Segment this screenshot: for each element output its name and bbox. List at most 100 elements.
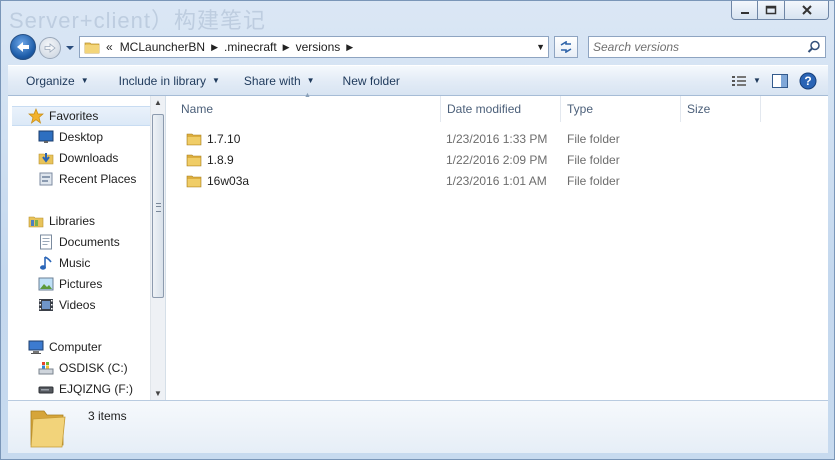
organize-label: Organize <box>26 73 75 88</box>
preview-pane-button[interactable] <box>766 69 794 92</box>
nav-item-videos[interactable]: Videos <box>38 295 165 315</box>
videos-icon <box>38 297 54 313</box>
nav-item-label: Documents <box>59 235 120 249</box>
organize-button[interactable]: Organize ▼ <box>8 69 99 92</box>
explorer-window: Server+client）构建笔记 « MCLauncherBN ▶ .min… <box>0 0 835 460</box>
breadcrumb-item-versions[interactable]: versions <box>296 40 341 54</box>
include-in-library-button[interactable]: Include in library ▼ <box>99 69 230 92</box>
breadcrumb-separator-icon[interactable]: ▶ <box>346 42 353 53</box>
close-button[interactable] <box>785 1 829 20</box>
computer-icon <box>28 339 44 355</box>
nav-item-downloads[interactable]: Downloads <box>38 148 165 168</box>
chevron-down-icon <box>66 46 74 50</box>
folder-icon <box>84 42 100 54</box>
nav-item-label: OSDISK (C:) <box>59 361 128 375</box>
column-headers: ▲ Name Date modified Type Size <box>166 92 828 122</box>
search-input[interactable] <box>593 39 793 55</box>
downloads-icon <box>38 150 54 166</box>
folder-icon <box>186 133 202 145</box>
file-list: ▲ Name Date modified Type Size 1.7.10 1/… <box>166 92 828 400</box>
nav-computer-label: Computer <box>49 340 102 354</box>
nav-item-label: Desktop <box>59 130 104 144</box>
navigation-pane: Favorites Desktop Downloads Recent Place… <box>8 96 166 400</box>
scroll-up-icon[interactable]: ▲ <box>154 98 162 107</box>
drive-windows-icon <box>38 360 54 376</box>
scroll-down-icon[interactable]: ▼ <box>154 389 162 398</box>
file-name-cell: 1.8.9 <box>186 153 234 167</box>
file-name: 16w03a <box>207 173 250 188</box>
nav-item-osdisk[interactable]: OSDISK (C:) <box>38 358 165 378</box>
nav-item-removable-drive[interactable]: EJQIZNG (F:) <box>38 379 165 399</box>
file-name-cell: 1.7.10 <box>186 132 240 146</box>
share-with-button[interactable]: Share with ▼ <box>230 69 325 92</box>
column-name[interactable]: ▲ Name <box>166 92 441 122</box>
chevron-down-icon: ▼ <box>80 76 89 85</box>
nav-item-label: Downloads <box>59 151 119 165</box>
nav-item-music[interactable]: Music <box>38 253 165 273</box>
help-button[interactable]: ? <box>794 69 822 92</box>
file-name-cell: 16w03a <box>186 174 249 188</box>
column-type-label: Type <box>567 102 594 116</box>
nav-item-recent-places[interactable]: Recent Places <box>38 169 165 189</box>
minimize-icon <box>740 12 749 14</box>
table-row[interactable]: 16w03a 1/23/2016 1:01 AM File folder <box>166 170 766 191</box>
nav-item-pictures[interactable]: Pictures <box>38 274 165 294</box>
table-row[interactable]: 1.8.9 1/22/2016 2:09 PM File folder <box>166 149 766 170</box>
desktop-icon <box>38 129 54 145</box>
scrollbar-thumb[interactable] <box>152 114 164 298</box>
sort-ascending-icon: ▲ <box>304 92 311 99</box>
nav-computer[interactable]: Computer <box>28 337 165 357</box>
nav-favorites-label: Favorites <box>49 109 99 123</box>
nav-item-label: Music <box>59 256 91 270</box>
chevron-down-icon: ▼ <box>212 76 220 85</box>
libraries-icon <box>28 213 44 229</box>
nav-libraries[interactable]: Libraries <box>28 211 165 231</box>
nav-item-label: EJQIZNG (F:) <box>59 382 133 396</box>
breadcrumb-overflow[interactable]: « <box>106 40 113 54</box>
arrow-right-icon <box>44 43 56 53</box>
minimize-button[interactable] <box>731 1 758 20</box>
breadcrumb-separator-icon[interactable]: ▶ <box>283 42 290 53</box>
details-pane: 3 items <box>8 400 828 453</box>
refresh-button[interactable] <box>554 36 578 58</box>
forward-button[interactable] <box>39 37 61 59</box>
breadcrumb-item-mclauncherbn[interactable]: MCLauncherBN <box>120 40 205 54</box>
file-name: 1.8.9 <box>207 152 234 167</box>
file-date: 1/23/2016 1:33 PM <box>446 131 548 146</box>
arrow-left-icon <box>17 42 29 52</box>
share-with-label: Share with <box>243 73 301 88</box>
address-history-dropdown[interactable]: ▼ <box>536 42 545 52</box>
maximize-button[interactable] <box>758 1 785 20</box>
nav-pane-scrollbar[interactable]: ▲ ▼ <box>150 96 165 400</box>
column-size-label: Size <box>687 102 711 116</box>
file-name: 1.7.10 <box>207 131 241 146</box>
nav-item-label: Videos <box>59 298 96 312</box>
file-type: File folder <box>567 173 620 188</box>
recent-pages-dropdown[interactable] <box>65 41 75 55</box>
view-controls: ▼ ? <box>726 66 828 95</box>
nav-favorites[interactable]: Favorites <box>12 106 150 126</box>
grip-icon <box>156 203 161 212</box>
nav-item-desktop[interactable]: Desktop <box>38 127 165 147</box>
column-name-label: Name <box>181 102 214 116</box>
search-icon[interactable] <box>807 40 821 54</box>
new-folder-button[interactable]: New folder <box>325 69 410 92</box>
maximize-icon <box>765 5 777 15</box>
chevron-down-icon: ▼ <box>753 76 761 85</box>
table-row[interactable]: 1.7.10 1/23/2016 1:33 PM File folder <box>166 128 766 149</box>
breadcrumb-separator-icon[interactable]: ▶ <box>211 42 218 53</box>
include-in-library-label: Include in library <box>118 73 206 88</box>
nav-item-documents[interactable]: Documents <box>38 232 165 252</box>
recent-places-icon <box>38 171 54 187</box>
search-box[interactable] <box>588 36 826 58</box>
breadcrumb-item-minecraft[interactable]: .minecraft <box>224 40 277 54</box>
column-date-modified[interactable]: Date modified <box>441 96 561 122</box>
window-title: Server+client）构建笔记 <box>9 8 267 33</box>
back-button[interactable] <box>10 34 36 60</box>
column-type[interactable]: Type <box>561 96 681 122</box>
address-bar[interactable]: « MCLauncherBN ▶ .minecraft ▶ versions ▶… <box>79 36 549 58</box>
file-type: File folder <box>567 152 620 167</box>
change-view-button[interactable]: ▼ <box>726 69 766 92</box>
removable-drive-icon <box>38 381 54 397</box>
column-size[interactable]: Size <box>681 96 761 122</box>
